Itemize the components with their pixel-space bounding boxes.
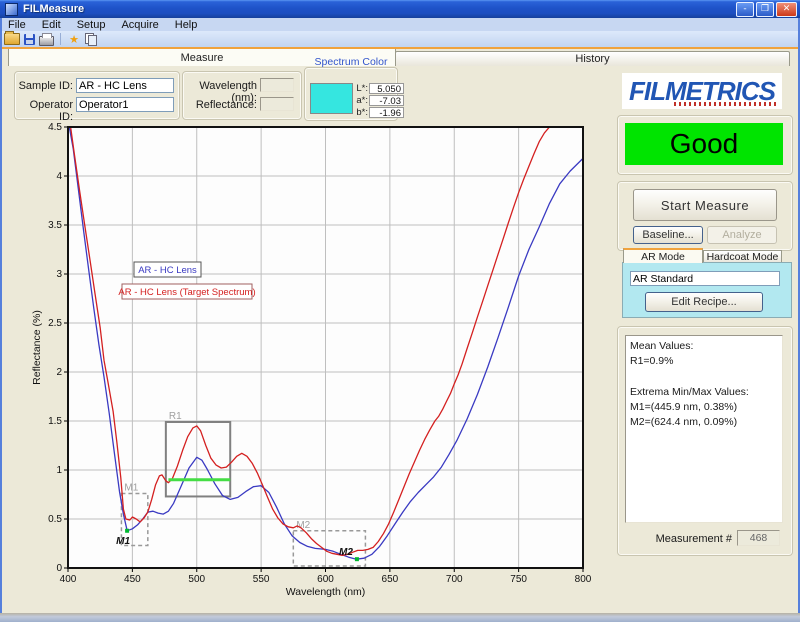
svg-text:Reflectance (%): Reflectance (%) bbox=[31, 310, 43, 385]
svg-text:600: 600 bbox=[317, 574, 334, 585]
window-border-bottom bbox=[0, 613, 800, 622]
spectrum-color-title: Spectrum Color bbox=[305, 56, 397, 68]
svg-text:0.5: 0.5 bbox=[48, 514, 62, 525]
restore-button[interactable]: ❐ bbox=[756, 2, 774, 17]
menu-file[interactable]: File bbox=[0, 19, 34, 31]
menu-edit[interactable]: Edit bbox=[34, 19, 69, 31]
svg-text:M2: M2 bbox=[339, 547, 353, 558]
print-icon[interactable] bbox=[39, 36, 54, 46]
svg-text:2.5: 2.5 bbox=[48, 318, 62, 329]
svg-text:4: 4 bbox=[56, 171, 62, 182]
tab-strip: Measure History bbox=[0, 47, 800, 66]
tab-history-label: History bbox=[575, 53, 609, 65]
svg-text:650: 650 bbox=[382, 574, 399, 585]
svg-text:M2: M2 bbox=[296, 520, 310, 531]
menu-setup[interactable]: Setup bbox=[69, 19, 114, 31]
svg-text:AR - HC Lens (Target Spectrum): AR - HC Lens (Target Spectrum) bbox=[118, 287, 255, 298]
spectrum-color-group: Spectrum Color L*:5.050a*:-7.03b*:-1.96 bbox=[304, 67, 398, 121]
svg-text:550: 550 bbox=[253, 574, 270, 585]
svg-text:Wavelength (nm): Wavelength (nm) bbox=[286, 586, 366, 598]
lab-row-a: a*:-7.03 bbox=[351, 94, 404, 106]
marker-m1 bbox=[125, 529, 129, 533]
svg-text:M1: M1 bbox=[124, 483, 138, 494]
sample-id-input[interactable] bbox=[76, 78, 174, 93]
close-button[interactable]: ✕ bbox=[776, 2, 797, 17]
copy-icon[interactable] bbox=[85, 33, 97, 45]
title-bar: FILMeasure - ❐ ✕ bbox=[0, 0, 800, 18]
svg-text:400: 400 bbox=[60, 574, 77, 585]
edit-recipe-button[interactable]: Edit Recipe... bbox=[645, 292, 763, 312]
lab-row-l: L*:5.050 bbox=[351, 82, 404, 94]
svg-text:700: 700 bbox=[446, 574, 463, 585]
baseline-button[interactable]: Baseline... bbox=[633, 226, 703, 244]
status-text: Good bbox=[670, 128, 739, 160]
lab-row-b: b*:-1.96 bbox=[351, 106, 404, 118]
svg-text:750: 750 bbox=[510, 574, 527, 585]
save-icon[interactable] bbox=[24, 34, 35, 45]
svg-text:500: 500 bbox=[188, 574, 205, 585]
star-icon[interactable] bbox=[67, 33, 81, 46]
logo-hatch-decoration bbox=[674, 102, 776, 106]
svg-text:2: 2 bbox=[56, 367, 62, 378]
svg-text:3.5: 3.5 bbox=[48, 220, 62, 231]
menu-help[interactable]: Help bbox=[167, 19, 206, 31]
marker-m2 bbox=[355, 557, 359, 561]
svg-text:AR - HC Lens: AR - HC Lens bbox=[138, 265, 197, 276]
svg-text:M1: M1 bbox=[116, 536, 130, 547]
reflectance-readout bbox=[260, 97, 294, 111]
toolbar bbox=[0, 31, 800, 47]
menu-acquire[interactable]: Acquire bbox=[113, 19, 166, 31]
app-window: FILMeasure - ❐ ✕ FileEditSetupAcquireHel… bbox=[0, 0, 800, 622]
spectrum-color-swatch bbox=[310, 83, 353, 114]
results-text: Mean Values: R1=0.9% Extrema Min/Max Val… bbox=[625, 335, 783, 523]
filmetrics-logo: FILMETRICS bbox=[622, 73, 782, 109]
analyze-button[interactable]: Analyze bbox=[707, 226, 777, 244]
sample-group: Sample ID: Operator ID: bbox=[14, 71, 180, 120]
tab-ar-mode[interactable]: AR Mode bbox=[623, 248, 703, 263]
measurement-number-label: Measurement # bbox=[600, 533, 732, 545]
operator-id-input[interactable] bbox=[76, 97, 174, 112]
svg-text:1.5: 1.5 bbox=[48, 416, 62, 427]
svg-text:4.5: 4.5 bbox=[48, 122, 62, 133]
window-border-left bbox=[0, 18, 2, 613]
status-indicator: Good bbox=[625, 123, 783, 165]
minimize-button[interactable]: - bbox=[736, 2, 754, 17]
recipe-input[interactable] bbox=[630, 271, 780, 286]
svg-text:800: 800 bbox=[575, 574, 592, 585]
app-icon bbox=[5, 3, 18, 16]
window-title: FILMeasure bbox=[23, 3, 84, 15]
svg-text:R1: R1 bbox=[169, 411, 182, 422]
open-icon[interactable] bbox=[4, 33, 20, 45]
svg-text:0: 0 bbox=[56, 563, 62, 574]
tab-measure-label: Measure bbox=[181, 52, 224, 64]
toolbar-separator bbox=[60, 33, 61, 45]
menu-bar: FileEditSetupAcquireHelp bbox=[0, 18, 800, 31]
readout-group: Wavelength (nm): Reflectance: bbox=[182, 71, 302, 120]
sample-id-label: Sample ID: bbox=[17, 80, 73, 92]
svg-text:1: 1 bbox=[56, 465, 62, 476]
svg-text:450: 450 bbox=[124, 574, 141, 585]
start-measure-button[interactable]: Start Measure bbox=[633, 189, 777, 221]
chart-svg[interactable]: M1 R1 M2 M1 M2 400 450 500 550 600 650 700 750 800 0 0.… bbox=[0, 120, 600, 612]
svg-text:3: 3 bbox=[56, 269, 62, 280]
measurement-number-value: 468 bbox=[737, 530, 780, 546]
tab-history[interactable]: History bbox=[395, 51, 790, 66]
tab-ar-mode-label: AR Mode bbox=[641, 251, 685, 263]
reflectance-label: Reflectance: bbox=[183, 99, 257, 111]
reflectance-chart[interactable]: M1 R1 M2 M1 M2 400 450 500 550 600 650 700 750 800 0 0.… bbox=[0, 120, 600, 612]
wavelength-readout bbox=[260, 78, 294, 92]
